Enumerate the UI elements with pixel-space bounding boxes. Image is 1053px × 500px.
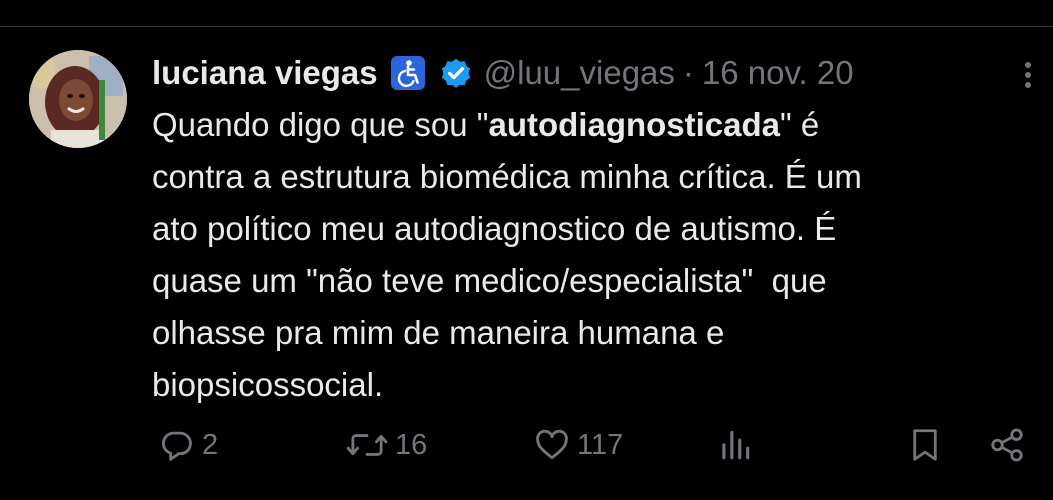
views-chart-icon [722,430,750,460]
reply-button[interactable]: 2 [158,420,218,470]
display-name[interactable]: luciana viegas [152,51,378,95]
tweet-text: Quando digo que sou "autodiagnosticada" … [152,99,1032,411]
like-count: 117 [577,428,624,461]
separator-dot: · [682,54,694,91]
tweet-text-line: olhasse pra mim de maneira humana e [152,314,725,351]
bookmark-button[interactable] [906,420,944,470]
share-icon [991,428,1023,462]
tweet-card[interactable]: luciana viegas @luu_viegas · 16 nov. 20 [0,27,1053,500]
tweet-text-line: biopsicossocial. [152,366,384,403]
accessibility-icon [390,55,426,91]
reply-icon [161,431,192,461]
retweet-button[interactable]: 16 [345,420,427,470]
more-options-button[interactable] [1016,57,1040,93]
avatar[interactable] [29,50,127,148]
reply-count: 2 [202,428,219,461]
heart-icon [536,429,568,460]
tweet-text-line: Quando digo que sou "autodiagnosticada" … [152,106,820,143]
retweet-icon [346,434,388,456]
retweet-count: 16 [395,428,428,461]
tweet-text-line: quase um "não teve medico/especialista" … [152,262,827,299]
bold-word: autodiagnosticada [488,106,781,143]
tweet-date[interactable]: 16 nov. 20 [702,51,854,95]
verified-badge-icon [438,55,474,91]
tweet-actions-bar: 2 16 117 [0,420,1053,470]
bookmark-icon [913,429,937,461]
share-button[interactable] [988,420,1026,470]
tweet-text-line: ato político meu autodiagnostico de auti… [152,210,837,247]
views-button[interactable] [716,420,760,470]
user-handle[interactable]: @luu_viegas [484,51,675,95]
avatar-image [29,50,127,148]
tweet-text-line: contra a estrutura biomédica minha críti… [152,158,862,195]
tweet-header: luciana viegas @luu_viegas · 16 nov. 20 [152,51,854,95]
like-button[interactable]: 117 [533,420,623,470]
more-vertical-icon [1025,62,1031,88]
